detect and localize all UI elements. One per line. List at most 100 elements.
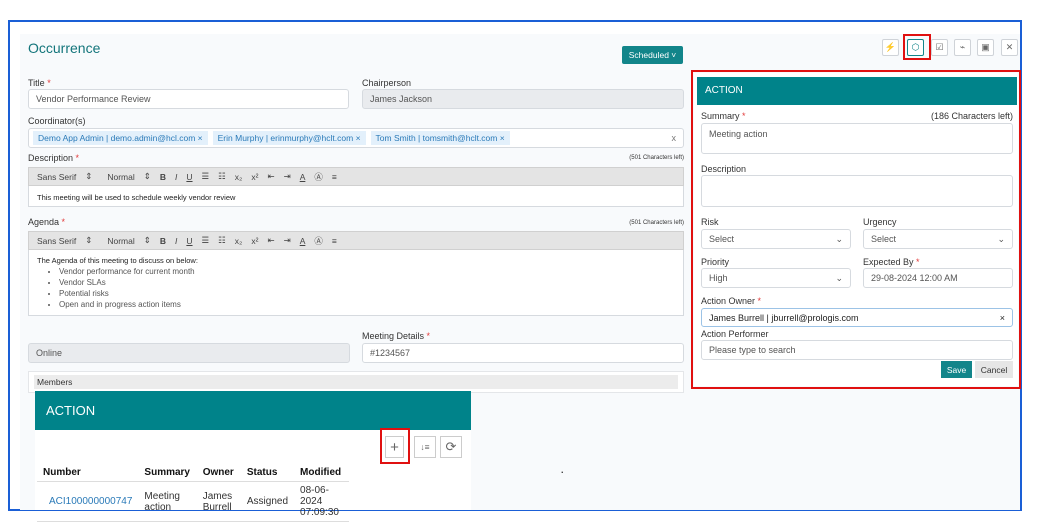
summary-textarea[interactable]: Meeting action [701, 123, 1013, 154]
priority-select[interactable]: High ⌄ [701, 268, 851, 288]
column-header[interactable]: Summary [138, 464, 196, 482]
ordered-list-button[interactable]: ☰ [202, 171, 210, 182]
priority-value: High [709, 273, 728, 283]
subscript-button[interactable]: x₂ [235, 172, 243, 182]
summary-counter: (186 Characters left) [930, 111, 1013, 121]
urgency-select[interactable]: Select ⌄ [863, 229, 1013, 249]
text-color-button[interactable]: A [300, 172, 306, 182]
agenda-counter: (501 Characters left) [629, 220, 684, 226]
action-performer-label: Action Performer [701, 329, 769, 339]
superscript-button[interactable]: x² [251, 172, 258, 182]
clear-icon[interactable]: × [1000, 313, 1005, 323]
agenda-intro: The Agenda of this meeting to discuss on… [37, 256, 198, 265]
action-performer-input[interactable]: Please type to search [701, 340, 1013, 360]
align-button[interactable]: ≡ [332, 172, 337, 182]
priority-label: Priority [701, 257, 730, 267]
chairperson-input: James Jackson [362, 89, 684, 109]
size-select[interactable]: Normal [107, 236, 134, 246]
text-color-button[interactable]: A [300, 236, 306, 246]
risk-select[interactable]: Select ⌄ [701, 229, 851, 249]
background-color-button[interactable]: Ⓐ [314, 171, 323, 183]
coordinator-chip: Tom Smith | tomsmith@hclt.com × [370, 131, 510, 145]
sort-button[interactable]: ↓≡ [414, 436, 436, 458]
chevron-down-icon: ⌄ [997, 233, 1005, 244]
agenda-editor[interactable]: The Agenda of this meeting to discuss on… [28, 250, 684, 316]
sort-icon: ⇕ [85, 235, 93, 245]
size-select[interactable]: Normal [107, 172, 134, 182]
background-color-button[interactable]: Ⓐ [314, 235, 323, 247]
chevron-down-icon: ⌄ [835, 272, 843, 283]
bullet-list-button[interactable]: ☷ [218, 235, 226, 246]
remove-icon[interactable]: × [198, 133, 203, 143]
owner-value: James Burrell | jburrell@prologis.com [709, 312, 859, 323]
description-textarea[interactable] [701, 175, 1013, 207]
outdent-button[interactable]: ⇤ [267, 171, 274, 182]
column-header[interactable]: Number [37, 464, 138, 482]
urgency-value: Select [871, 234, 897, 244]
cancel-button[interactable]: Cancel [975, 361, 1013, 378]
bullet-list-button[interactable]: ☷ [218, 171, 226, 182]
superscript-button[interactable]: x² [251, 236, 258, 246]
summary-cell: Meeting action [144, 490, 180, 513]
agenda-item: Vendor SLAs [59, 277, 675, 288]
title-input[interactable]: Vendor Performance Review [28, 89, 349, 109]
underline-button[interactable]: U [186, 172, 192, 182]
checkbox-icon[interactable]: ☑ [931, 39, 948, 56]
trend-icon[interactable]: ⌁ [954, 39, 971, 56]
chairperson-label: Chairperson [362, 78, 412, 88]
column-header[interactable]: Owner [197, 464, 241, 482]
expected-by-input[interactable]: 29-08-2024 12:00 AM [863, 268, 1013, 288]
status-cell: Assigned [246, 496, 289, 507]
remove-icon[interactable]: × [356, 133, 361, 143]
close-icon[interactable]: ✕ [1001, 39, 1018, 56]
table-row: ACI100000000747 Meeting action James Bur… [37, 482, 349, 522]
subscript-button[interactable]: x₂ [235, 236, 243, 246]
summary-label: Summary * [701, 111, 746, 121]
save-button[interactable]: Save [941, 361, 972, 378]
align-button[interactable]: ≡ [332, 236, 337, 246]
agenda-editor-toolbar: Sans Serif ⇕ Normal ⇕ BIU ☰ ☷ x₂ x² ⇤ ⇥ A Ⓐ ≡ [28, 231, 684, 250]
flash-icon[interactable]: ⚡ [882, 39, 899, 56]
indent-button[interactable]: ⇥ [284, 171, 291, 182]
description-label: Description * [28, 153, 80, 163]
save-icon[interactable]: ▣ [977, 39, 994, 56]
font-select[interactable]: Sans Serif [37, 236, 76, 246]
coordinators-field[interactable]: Demo App Admin | demo.admin@hcl.com × Er… [28, 128, 684, 148]
description-editor-toolbar: Sans Serif ⇕ Normal ⇕ BIU ☰ ☷ x₂ x² ⇤ ⇥ A Ⓐ ≡ [28, 167, 684, 186]
agenda-item: Open and in progress action items [59, 299, 675, 310]
description-editor[interactable]: This meeting will be used to schedule we… [28, 186, 684, 207]
chevron-down-icon: ⌄ [835, 233, 843, 244]
ordered-list-button[interactable]: ☰ [202, 235, 210, 246]
font-select[interactable]: Sans Serif [37, 172, 76, 182]
bold-button[interactable]: B [160, 172, 166, 182]
action-table: Number Summary Owner Status Modified ACI… [37, 464, 349, 522]
action-owner-input[interactable]: James Burrell | jburrell@prologis.com × [701, 308, 1013, 327]
expected-by-label: Expected By * [863, 257, 920, 267]
column-header[interactable]: Status [241, 464, 294, 482]
urgency-label: Urgency [863, 217, 897, 227]
action-number-link[interactable]: ACI100000000747 [37, 482, 138, 522]
page-title: Occurrence [28, 40, 101, 56]
owner-cell: James Burrell [202, 490, 233, 513]
remove-icon[interactable]: × [500, 133, 505, 143]
italic-button[interactable]: I [175, 236, 177, 246]
meeting-details-input[interactable]: #1234567 [362, 343, 684, 363]
action-owner-label: Action Owner * [701, 296, 762, 306]
description-label: Description [701, 164, 747, 174]
members-header[interactable]: Members [34, 375, 678, 389]
risk-label: Risk [701, 217, 719, 227]
agenda-label: Agenda * [28, 217, 66, 227]
bold-button[interactable]: B [160, 236, 166, 246]
indent-button[interactable]: ⇥ [284, 235, 291, 246]
status-dropdown[interactable]: Scheduled ˅ [622, 46, 683, 64]
clear-icon[interactable]: x [672, 133, 677, 143]
column-header[interactable]: Modified [294, 464, 349, 482]
coordinator-chip: Erin Murphy | erinmurphy@hclt.com × [212, 131, 366, 145]
highlight-box [380, 428, 410, 464]
action-list-header: ACTION [35, 391, 471, 430]
modified-cell: 08-06-2024 07:09:30 [300, 485, 339, 518]
outdent-button[interactable]: ⇤ [267, 235, 274, 246]
italic-button[interactable]: I [175, 172, 177, 182]
underline-button[interactable]: U [186, 236, 192, 246]
refresh-button[interactable]: ⟳ [440, 436, 462, 458]
